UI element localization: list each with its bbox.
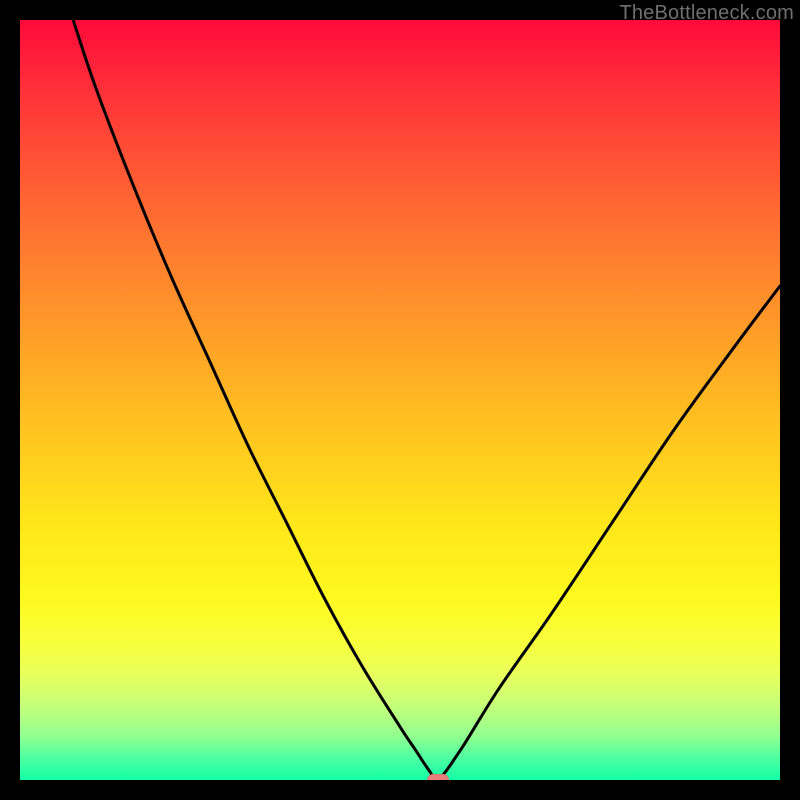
watermark-text: TheBottleneck.com: [619, 2, 794, 25]
optimal-marker: [427, 774, 449, 780]
gradient-background: [20, 20, 780, 780]
plot-area: [20, 20, 780, 780]
chart-frame: TheBottleneck.com: [0, 0, 800, 800]
